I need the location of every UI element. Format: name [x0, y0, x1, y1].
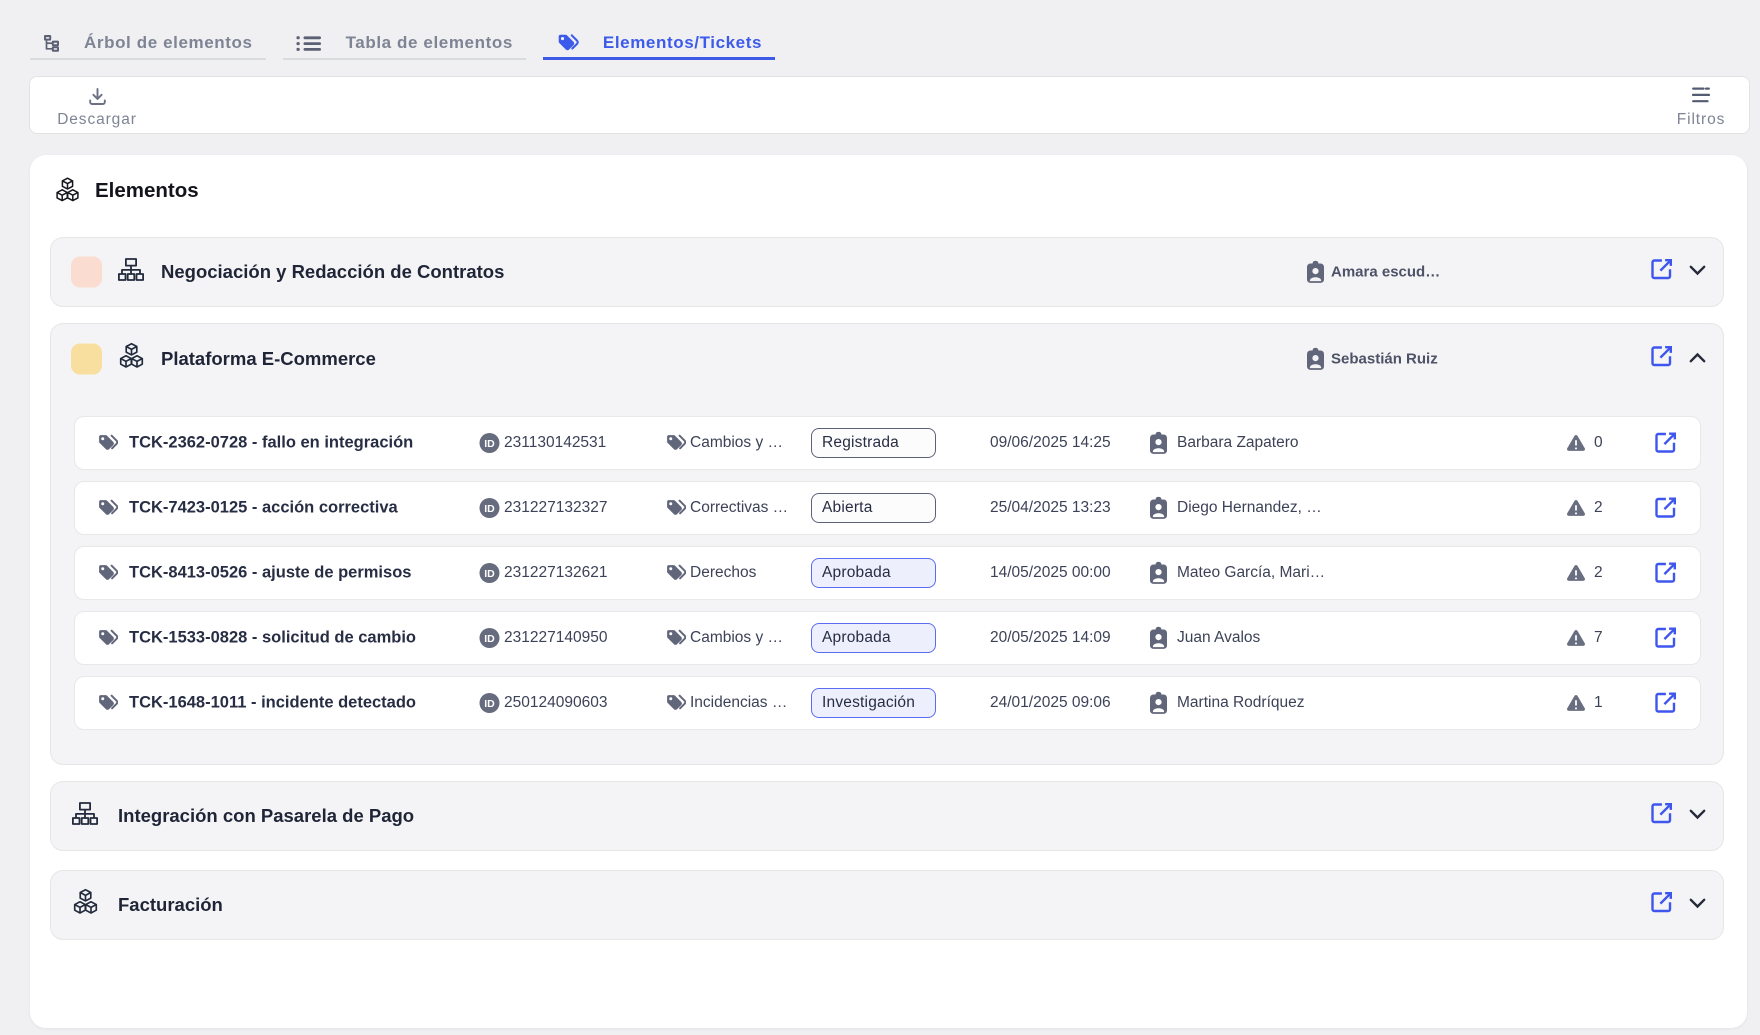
svg-text:ID: ID: [484, 698, 495, 710]
svg-text:ID: ID: [484, 633, 495, 645]
svg-text:ID: ID: [484, 568, 495, 580]
svg-text:ID: ID: [484, 503, 495, 515]
svg-text:ID: ID: [484, 438, 495, 450]
